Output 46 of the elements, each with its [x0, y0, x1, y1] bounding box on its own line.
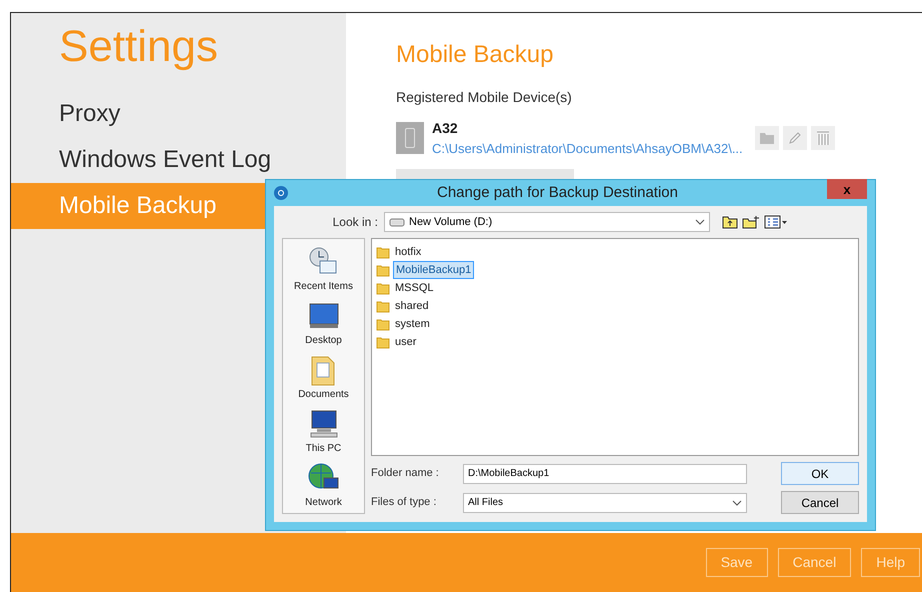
- cancel-button[interactable]: Cancel: [781, 491, 859, 514]
- page-title: Mobile Backup: [396, 43, 554, 67]
- folder-item[interactable]: MSSQL: [393, 280, 436, 296]
- folder-item[interactable]: shared: [393, 298, 431, 314]
- sidebar-item[interactable]: Proxy: [11, 91, 346, 137]
- phone-icon: [396, 122, 424, 154]
- folder-item[interactable]: system: [393, 316, 432, 332]
- place-item[interactable]: Recent Items: [294, 279, 353, 294]
- folder-icon: [376, 335, 390, 349]
- folder-button[interactable]: [754, 126, 779, 150]
- section-label: Registered Mobile Device(s): [396, 88, 573, 107]
- app-icon: [274, 186, 288, 200]
- chevron-down-icon: [695, 219, 705, 225]
- delete-button[interactable]: [810, 126, 835, 150]
- files-of-type-label: Files of type :: [371, 495, 438, 510]
- edit-button[interactable]: [782, 126, 807, 150]
- dialog-title: Change path for Backup Destination: [436, 182, 679, 203]
- folder-icon: [376, 317, 390, 331]
- ok-button[interactable]: OK: [781, 462, 859, 485]
- sidebar-item[interactable]: Windows Event Log: [11, 137, 346, 183]
- folder-icon: [376, 245, 390, 259]
- pencil-icon: [788, 131, 802, 146]
- folder-name-field[interactable]: D:\MobileBackup1: [463, 464, 747, 484]
- new-folder-icon[interactable]: [742, 215, 760, 229]
- look-in-dropdown[interactable]: New Volume (D:): [384, 212, 710, 232]
- folder-item[interactable]: user: [393, 334, 418, 350]
- view-list-icon[interactable]: [764, 215, 788, 229]
- folder-icon: [376, 263, 390, 277]
- folder-icon: [758, 131, 775, 146]
- place-item[interactable]: Documents: [298, 387, 349, 402]
- place-item[interactable]: This PC: [306, 441, 342, 456]
- settings-title: Settings: [58, 25, 219, 69]
- device-name: A32: [432, 119, 459, 138]
- file-type-dropdown[interactable]: All Files: [463, 492, 747, 512]
- folder-icon: [376, 299, 390, 313]
- folder-up-icon[interactable]: [722, 215, 738, 229]
- folder-item[interactable]: MobileBackup1: [393, 260, 474, 280]
- folder-item[interactable]: hotfix: [393, 244, 424, 260]
- place-item[interactable]: Desktop: [305, 333, 342, 348]
- place-item[interactable]: Network: [305, 495, 342, 510]
- chevron-down-icon: [732, 500, 742, 506]
- close-button[interactable]: x: [827, 179, 867, 199]
- folder-icon: [376, 281, 390, 295]
- trash-icon: [816, 130, 830, 146]
- folder-name-label: Folder name :: [371, 466, 440, 482]
- drive-icon: [389, 217, 405, 227]
